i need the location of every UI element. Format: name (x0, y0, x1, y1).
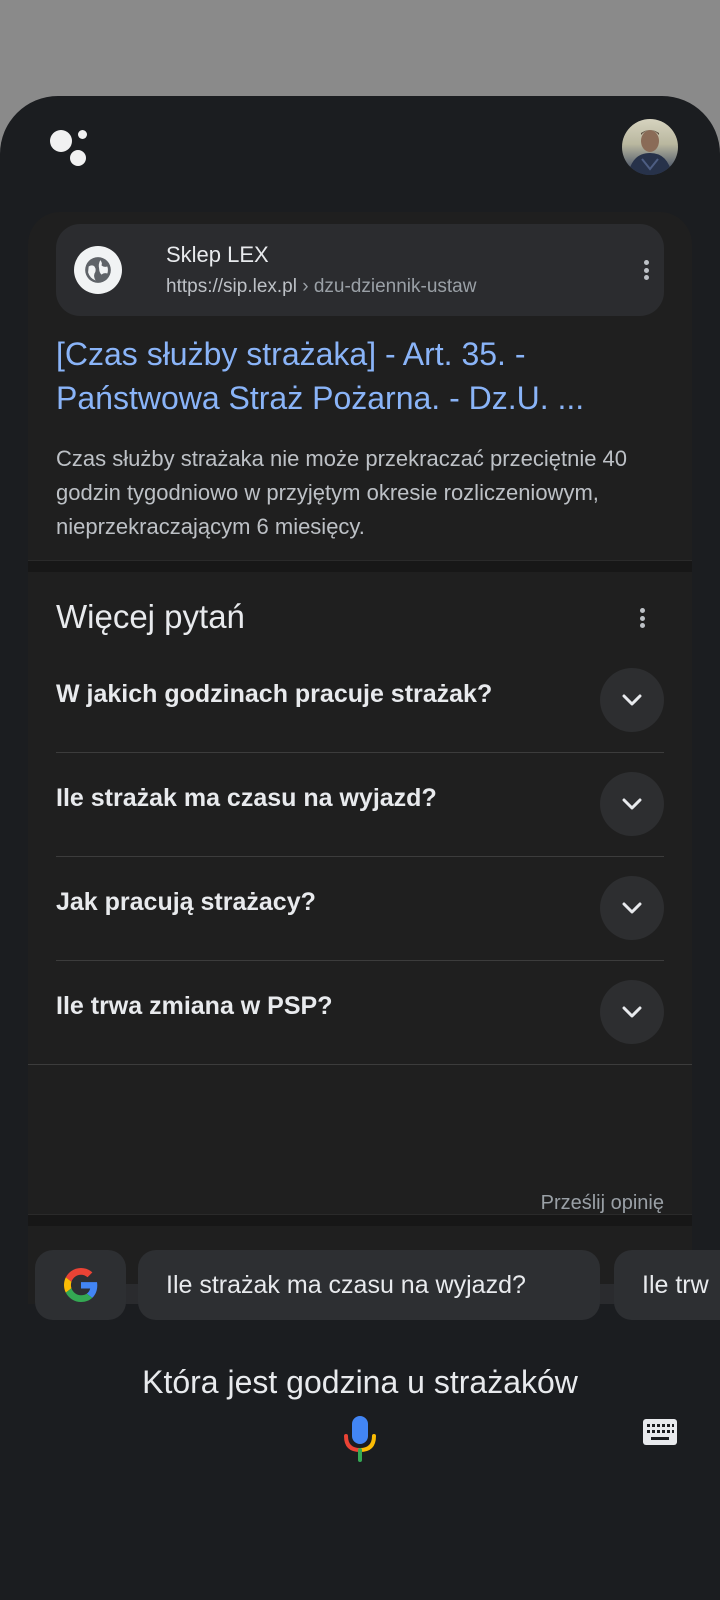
feedback-link[interactable]: Prześlij opinię (541, 1192, 664, 1215)
suggestion-chip[interactable]: Ile trw (614, 1250, 720, 1320)
globe-icon (74, 246, 122, 294)
result-title-link[interactable]: [Czas służby strażaka] - Art. 35. - Pańs… (56, 332, 656, 420)
google-g-icon (63, 1268, 97, 1302)
divider (28, 1064, 692, 1065)
question-text: Jak pracują strażacy? (56, 888, 316, 916)
chevron-down-icon[interactable] (600, 876, 664, 940)
url-domain: https://sip.lex.pl (166, 276, 297, 297)
chevron-down-icon[interactable] (600, 980, 664, 1044)
keyboard-icon[interactable] (642, 1418, 678, 1446)
account-avatar[interactable] (622, 119, 678, 175)
site-url: https://sip.lex.pl › dzu-dziennik-ustaw (166, 276, 476, 298)
question-row[interactable]: W jakich godzinach pracuje strażak? (56, 648, 664, 752)
search-results-card: Sklep LEX https://sip.lex.pl › dzu-dzien… (28, 212, 692, 1304)
people-also-ask-title: Więcej pytań (56, 598, 245, 635)
voice-query-text: Która jest godzina u strażaków (142, 1364, 578, 1400)
question-text: Ile trwa zmiana w PSP? (56, 992, 333, 1020)
question-row[interactable]: Ile trwa zmiana w PSP? (56, 960, 664, 1064)
chevron-down-icon[interactable] (600, 668, 664, 732)
suggestion-chips: Ile strażak ma czasu na wyjazd? Ile trw (0, 1250, 720, 1322)
more-vert-icon[interactable] (636, 260, 656, 280)
google-assistant-icon[interactable] (48, 126, 92, 166)
site-name: Sklep LEX (166, 242, 269, 267)
google-search-button[interactable] (35, 1250, 126, 1320)
suggestion-chip[interactable]: Ile strażak ma czasu na wyjazd? (138, 1250, 600, 1320)
more-vert-icon[interactable] (632, 608, 652, 628)
url-path: › dzu-dziennik-ustaw (302, 276, 477, 297)
result-source[interactable]: Sklep LEX https://sip.lex.pl › dzu-dzien… (56, 224, 664, 316)
section-divider (28, 1214, 692, 1226)
question-row[interactable]: Ile strażak ma czasu na wyjazd? (56, 752, 664, 856)
section-divider (28, 560, 692, 572)
chevron-down-icon[interactable] (600, 772, 664, 836)
result-snippet: Czas służby strażaka nie może przekracza… (56, 446, 628, 539)
question-text: Ile strażak ma czasu na wyjazd? (56, 784, 437, 812)
question-text: W jakich godzinach pracuje strażak? (56, 680, 493, 708)
assistant-sheet: Sklep LEX https://sip.lex.pl › dzu-dzien… (0, 96, 720, 1600)
microphone-icon[interactable] (341, 1414, 379, 1464)
question-row[interactable]: Jak pracują strażacy? (56, 856, 664, 960)
